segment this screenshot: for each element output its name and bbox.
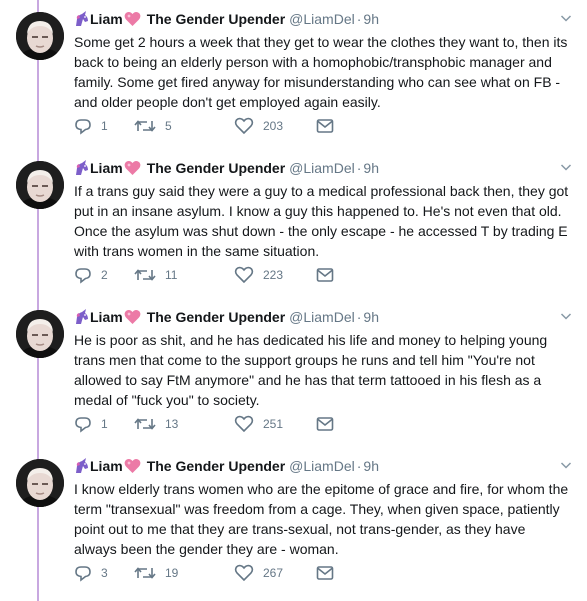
heart-emoji-icon (124, 309, 141, 329)
user-handle[interactable]: @LiamDel (289, 11, 355, 27)
user-name[interactable]: Liam (90, 11, 123, 27)
separator-dot: · (356, 11, 362, 27)
user-name[interactable]: Liam (90, 160, 123, 176)
reply-count: 1 (101, 119, 108, 133)
retweet-icon (134, 266, 156, 284)
like-button[interactable]: 267 (234, 563, 283, 583)
tweet-text: If a trans guy said they were a guy to a… (74, 183, 569, 259)
avatar[interactable] (16, 310, 64, 358)
heart-outline-icon (234, 266, 254, 284)
heart-outline-icon (234, 415, 254, 433)
display-name[interactable]: The Gender Upender (147, 160, 285, 176)
chevron-down-icon[interactable] (560, 308, 572, 328)
like-button[interactable]: 223 (234, 265, 283, 285)
direct-message-button[interactable] (316, 116, 334, 136)
user-name[interactable]: Liam (90, 309, 123, 325)
reply-count: 1 (101, 417, 108, 431)
heart-outline-icon (234, 117, 254, 135)
user-handle[interactable]: @LiamDel (289, 309, 355, 325)
reply-icon (74, 415, 92, 433)
unicorn-icon (74, 458, 90, 478)
direct-message-button[interactable] (316, 563, 334, 583)
reply-count: 3 (101, 566, 108, 580)
user-name[interactable]: Liam (90, 458, 123, 474)
timestamp[interactable]: 9h (363, 160, 379, 176)
separator-dot: · (356, 309, 362, 325)
tweet[interactable]: Liam The Gender Upender @LiamDel · 9h If a … (0, 149, 587, 298)
envelope-icon (316, 267, 334, 283)
like-button[interactable]: 203 (234, 116, 283, 136)
retweet-icon (134, 117, 156, 135)
like-count: 203 (263, 119, 284, 133)
retweet-button[interactable]: 13 (134, 414, 178, 434)
direct-message-button[interactable] (316, 265, 334, 285)
heart-emoji-icon (124, 160, 141, 180)
reply-icon (74, 266, 92, 284)
chevron-down-icon[interactable] (560, 10, 572, 30)
unicorn-icon (74, 11, 90, 31)
tweet[interactable]: Liam The Gender Upender @LiamDel · 9h Some … (0, 0, 587, 149)
reply-icon (74, 117, 92, 135)
display-name[interactable]: The Gender Upender (147, 309, 285, 325)
direct-message-button[interactable] (316, 414, 334, 434)
unicorn-icon (74, 160, 90, 180)
reply-count: 2 (101, 268, 108, 282)
retweet-count: 11 (165, 268, 178, 282)
heart-emoji-icon (124, 458, 141, 478)
retweet-button[interactable]: 19 (134, 563, 178, 583)
user-handle[interactable]: @LiamDel (289, 458, 355, 474)
tweet-text: Some get 2 hours a week that they get to… (74, 34, 568, 110)
reply-icon (74, 564, 92, 582)
timestamp[interactable]: 9h (363, 11, 379, 27)
envelope-icon (316, 565, 334, 581)
retweet-count: 13 (165, 417, 179, 431)
envelope-icon (316, 416, 334, 432)
avatar[interactable] (16, 12, 64, 60)
user-handle[interactable]: @LiamDel (289, 160, 355, 176)
separator-dot: · (356, 160, 362, 176)
like-count: 251 (263, 417, 284, 431)
like-count: 223 (263, 268, 284, 282)
chevron-down-icon[interactable] (560, 457, 572, 477)
tweet-text: He is poor as shit, and he has dedicated… (74, 332, 548, 408)
tweet[interactable]: Liam The Gender Upender @LiamDel · 9h He is… (0, 298, 587, 447)
timestamp[interactable]: 9h (363, 309, 379, 325)
envelope-icon (316, 118, 334, 134)
separator-dot: · (356, 458, 362, 474)
avatar[interactable] (16, 161, 64, 209)
retweet-button[interactable]: 11 (134, 265, 177, 285)
retweet-count: 5 (165, 119, 172, 133)
tweet[interactable]: Liam The Gender Upender @LiamDel · 9h I kno… (0, 447, 587, 596)
display-name[interactable]: The Gender Upender (147, 11, 285, 27)
heart-outline-icon (234, 564, 254, 582)
retweet-count: 19 (165, 566, 179, 580)
unicorn-icon (74, 309, 90, 329)
retweet-button[interactable]: 5 (134, 116, 172, 136)
like-count: 267 (263, 566, 284, 580)
reply-button[interactable]: 1 (74, 414, 108, 434)
display-name[interactable]: The Gender Upender (147, 458, 285, 474)
retweet-icon (134, 415, 156, 433)
tweet-text: I know elderly trans women who are the e… (74, 481, 569, 557)
heart-emoji-icon (124, 11, 141, 31)
timestamp[interactable]: 9h (363, 458, 379, 474)
chevron-down-icon[interactable] (560, 159, 572, 179)
like-button[interactable]: 251 (234, 414, 283, 434)
retweet-icon (134, 564, 156, 582)
reply-button[interactable]: 3 (74, 563, 108, 583)
avatar[interactable] (16, 459, 64, 507)
reply-button[interactable]: 1 (74, 116, 108, 136)
reply-button[interactable]: 2 (74, 265, 108, 285)
